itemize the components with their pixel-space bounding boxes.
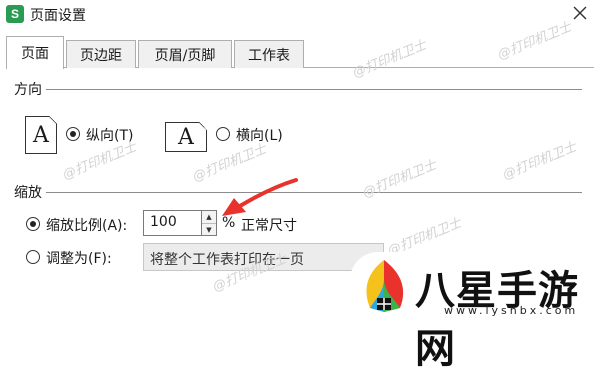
tab-sheet[interactable]: 工作表 [234, 40, 304, 68]
brand-logo-icon [366, 260, 404, 312]
watermark: @打印机卫士 [360, 157, 439, 201]
annotation-arrow-icon [222, 178, 298, 216]
orientation-group-label: 方向 [14, 79, 46, 99]
landscape-icon: A [165, 122, 207, 152]
scaling-group-label: 缩放 [14, 182, 46, 202]
fit-to-radio[interactable] [26, 250, 40, 264]
dialog-title: 页面设置 [30, 8, 86, 24]
tab-header-footer[interactable]: 页眉/页脚 [138, 40, 232, 68]
close-icon[interactable] [570, 3, 590, 23]
title-bar: S 页面设置 [0, 0, 600, 30]
watermark: @打印机卫士 [500, 139, 579, 183]
portrait-icon: A [25, 116, 57, 154]
app-icon: S [6, 5, 24, 23]
tab-page[interactable]: 页面 [6, 36, 64, 69]
scale-ratio-input[interactable]: 100 [143, 210, 203, 236]
orientation-group-rule [14, 89, 582, 90]
landscape-radio[interactable] [216, 127, 230, 141]
tab-margins[interactable]: 页边距 [66, 40, 136, 68]
fit-to-label[interactable]: 调整为(F): [46, 248, 112, 268]
scale-ratio-label[interactable]: 缩放比例(A): [46, 215, 127, 235]
brand-url: www.lyshbx.com [444, 304, 579, 317]
portrait-radio[interactable] [66, 127, 80, 141]
scale-ratio-radio[interactable] [26, 217, 40, 231]
